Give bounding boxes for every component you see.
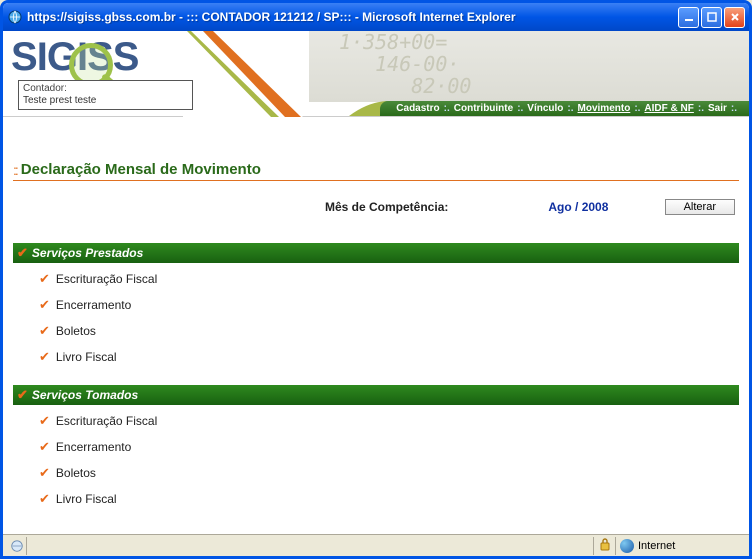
item-label: Escrituração Fiscal bbox=[56, 414, 157, 428]
competencia-row: Mês de Competência: Ago / 2008 Alterar bbox=[13, 195, 739, 219]
header-background-decor: 1·358+00= 146-00· 82·00 bbox=[309, 31, 749, 102]
item-label: Encerramento bbox=[56, 298, 131, 312]
nav-v-nculo[interactable]: Vínculo bbox=[527, 103, 563, 114]
check-icon: ✔ bbox=[39, 297, 50, 313]
lock-icon bbox=[599, 537, 611, 554]
page-title: Declaração Mensal de Movimento bbox=[21, 161, 261, 178]
main-nav: Cadastro:.Contribuinte:.Vínculo:.Movimen… bbox=[380, 101, 749, 116]
window-controls bbox=[678, 7, 745, 28]
nav-separator: :. bbox=[698, 103, 704, 114]
alterar-button[interactable]: Alterar bbox=[665, 199, 735, 215]
list-item[interactable]: ✔ Livro Fiscal bbox=[39, 349, 739, 365]
contador-info-box: Contador: Teste prest teste bbox=[18, 80, 193, 110]
section-title: Serviços Tomados bbox=[32, 388, 138, 402]
nav-contribuinte[interactable]: Contribuinte bbox=[454, 103, 513, 114]
item-list: ✔ Escrituração Fiscal ✔ Encerramento ✔ Boleto… bbox=[39, 271, 739, 365]
maximize-button[interactable] bbox=[701, 7, 722, 28]
status-zone[interactable]: Internet bbox=[615, 537, 745, 555]
app-window: https://sigiss.gbss.com.br - ::: CONTADO… bbox=[0, 0, 752, 559]
list-item[interactable]: ✔ Encerramento bbox=[39, 439, 739, 455]
check-icon: ✔ bbox=[39, 413, 50, 429]
titlebar[interactable]: https://sigiss.gbss.com.br - ::: CONTADO… bbox=[3, 3, 749, 31]
title-bullet-icon: :: bbox=[13, 162, 17, 178]
nav-movimento[interactable]: Movimento bbox=[578, 103, 631, 114]
info-line2: Teste prest teste bbox=[23, 95, 188, 107]
window-title: https://sigiss.gbss.com.br - ::: CONTADO… bbox=[27, 10, 678, 24]
zone-label: Internet bbox=[638, 540, 675, 552]
status-lock bbox=[593, 537, 615, 555]
check-icon: ✔ bbox=[39, 349, 50, 365]
info-line1: Contador: bbox=[23, 83, 188, 95]
globe-icon bbox=[620, 539, 634, 553]
competencia-value: Ago / 2008 bbox=[548, 200, 608, 214]
check-icon: ✔ bbox=[17, 245, 28, 261]
nav-separator: :. bbox=[567, 103, 573, 114]
section-header: ✔ Serviços Prestados bbox=[13, 243, 739, 263]
nav-separator: :. bbox=[444, 103, 450, 114]
section-title: Serviços Prestados bbox=[32, 246, 143, 260]
ie-icon bbox=[7, 9, 23, 25]
nav-separator: :. bbox=[634, 103, 640, 114]
sections-container: ✔Serviços Prestados✔Escrituração Fiscal✔… bbox=[13, 243, 739, 507]
check-icon: ✔ bbox=[39, 439, 50, 455]
logo: SIGISS bbox=[11, 35, 138, 80]
nav-cadastro[interactable]: Cadastro bbox=[396, 103, 439, 114]
check-icon: ✔ bbox=[39, 465, 50, 481]
list-item[interactable]: ✔ Escrituração Fiscal bbox=[39, 271, 739, 287]
list-item[interactable]: ✔ Escrituração Fiscal bbox=[39, 413, 739, 429]
status-ie-icon bbox=[7, 537, 27, 555]
check-icon: ✔ bbox=[17, 387, 28, 403]
item-label: Livro Fiscal bbox=[56, 350, 117, 364]
item-label: Livro Fiscal bbox=[56, 492, 117, 506]
section-header: ✔ Serviços Tomados bbox=[13, 385, 739, 405]
check-icon: ✔ bbox=[39, 323, 50, 339]
item-list: ✔ Escrituração Fiscal ✔ Encerramento ✔ Boleto… bbox=[39, 413, 739, 507]
close-button[interactable] bbox=[724, 7, 745, 28]
list-item[interactable]: ✔ Livro Fiscal bbox=[39, 491, 739, 507]
page-body: :: Declaração Mensal de Movimento Mês de… bbox=[3, 117, 749, 534]
minimize-button[interactable] bbox=[678, 7, 699, 28]
status-bar: Internet bbox=[3, 534, 749, 556]
list-item[interactable]: ✔ Encerramento bbox=[39, 297, 739, 313]
item-label: Boletos bbox=[56, 324, 96, 338]
item-label: Boletos bbox=[56, 466, 96, 480]
nav-aidf-nf[interactable]: AIDF & NF bbox=[644, 103, 693, 114]
page-title-row: :: Declaração Mensal de Movimento bbox=[13, 161, 739, 181]
check-icon: ✔ bbox=[39, 491, 50, 507]
item-label: Encerramento bbox=[56, 440, 131, 454]
item-label: Escrituração Fiscal bbox=[56, 272, 157, 286]
list-item[interactable]: ✔ Boletos bbox=[39, 465, 739, 481]
nav-separator: :. bbox=[517, 103, 523, 114]
content-area: 1·358+00= 146-00· 82·00 SIGISS Cadastro:… bbox=[3, 31, 749, 534]
nav-sair[interactable]: Sair bbox=[708, 103, 727, 114]
list-item[interactable]: ✔ Boletos bbox=[39, 323, 739, 339]
check-icon: ✔ bbox=[39, 271, 50, 287]
competencia-label: Mês de Competência: bbox=[325, 200, 448, 214]
nav-separator: :. bbox=[731, 103, 737, 114]
